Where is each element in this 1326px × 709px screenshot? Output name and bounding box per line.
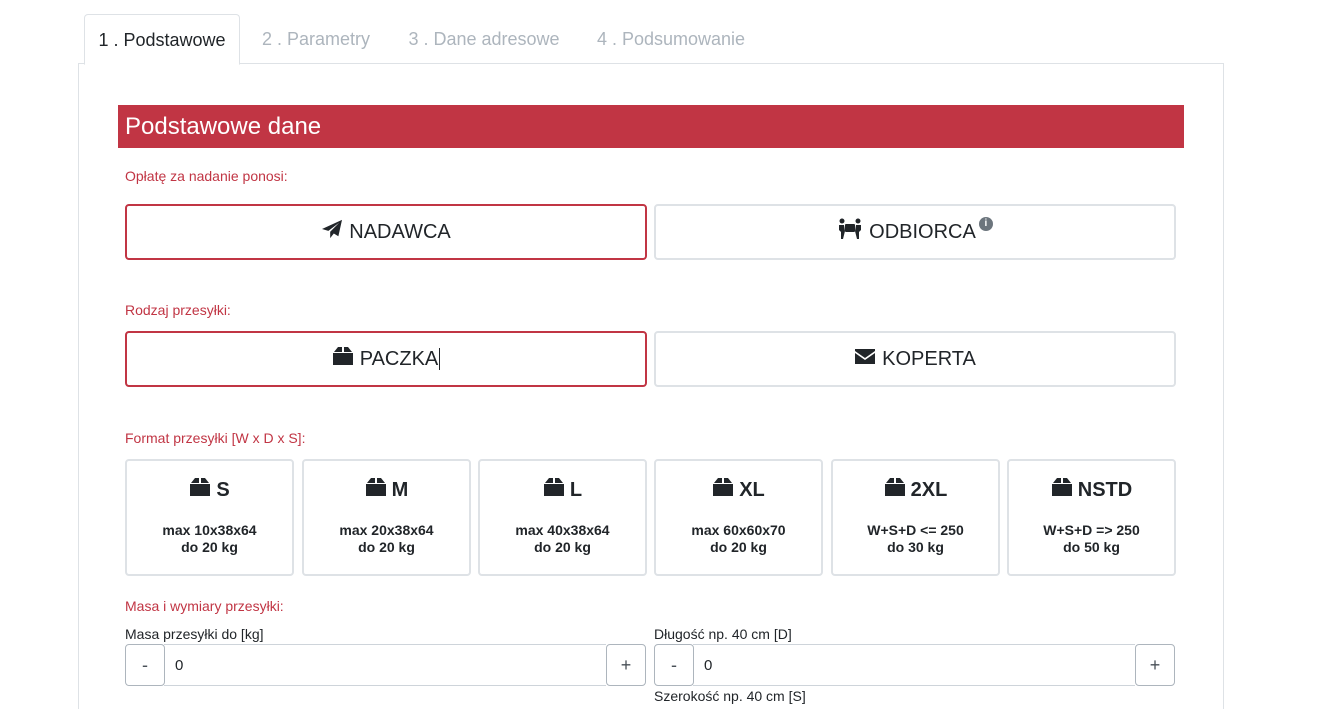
format-option-nstd[interactable]: NSTD W+S+D => 250 do 50 kg — [1007, 459, 1176, 576]
format-weight: do 20 kg — [710, 539, 767, 555]
format-dims: max 20x38x64 — [339, 522, 434, 538]
format-weight: do 20 kg — [358, 539, 415, 555]
shipment-package-label: PACZKA — [359, 347, 439, 370]
box-icon — [712, 477, 739, 503]
box-icon — [543, 477, 570, 503]
wizard-tabs: 1 . Podstawowe 2 . Parametry 3 . Dane ad… — [78, 0, 1224, 65]
envelope-icon — [854, 348, 882, 371]
length-label: Długość np. 40 cm [D] — [654, 626, 792, 642]
text-caret — [439, 348, 441, 370]
people-carry-icon — [837, 218, 869, 246]
box-icon — [884, 477, 911, 503]
tab-dane-adresowe[interactable]: 3 . Dane adresowe — [392, 14, 576, 64]
format-dims: max 40x38x64 — [515, 522, 610, 538]
payer-recipient-button[interactable]: ODBIORCA i — [654, 204, 1176, 260]
length-input[interactable]: 0 — [693, 644, 1135, 686]
mass-stepper: - 0 + — [125, 644, 647, 686]
format-weight: do 50 kg — [1063, 539, 1120, 555]
format-option-xl[interactable]: XL max 60x60x70 do 20 kg — [654, 459, 823, 576]
length-increment-button[interactable]: + — [1135, 644, 1175, 686]
format-weight: do 30 kg — [887, 539, 944, 555]
payer-recipient-label: ODBIORCA — [869, 220, 976, 243]
format-weight: do 20 kg — [181, 539, 238, 555]
paper-plane-icon — [321, 219, 349, 245]
box-icon — [1051, 477, 1078, 503]
shipment-envelope-button[interactable]: KOPERTA — [654, 331, 1176, 387]
box-icon — [365, 477, 392, 503]
format-option-m[interactable]: M max 20x38x64 do 20 kg — [302, 459, 471, 576]
format-size: S — [216, 478, 230, 501]
box-icon — [189, 477, 216, 503]
payer-sender-label: NADAWCA — [349, 220, 451, 243]
box-icon — [332, 346, 360, 372]
width-label: Szerokość np. 40 cm [S] — [654, 688, 806, 704]
format-size: L — [569, 478, 583, 501]
payer-label: Opłatę za nadanie ponosi: — [125, 168, 288, 184]
format-dims: max 60x60x70 — [691, 522, 786, 538]
section-header: Podstawowe dane — [118, 105, 1184, 148]
dimensions-label: Masa i wymiary przesyłki: — [125, 598, 284, 614]
format-option-l[interactable]: L max 40x38x64 do 20 kg — [478, 459, 647, 576]
tab-podsumowanie[interactable]: 4 . Podsumowanie — [582, 14, 760, 64]
tab-podstawowe[interactable]: 1 . Podstawowe — [84, 14, 240, 65]
format-size: NSTD — [1077, 478, 1133, 501]
format-weight: do 20 kg — [534, 539, 591, 555]
mass-increment-button[interactable]: + — [606, 644, 646, 686]
length-decrement-button[interactable]: - — [654, 644, 694, 686]
tab-parametry[interactable]: 2 . Parametry — [246, 14, 386, 64]
format-option-2xl[interactable]: 2XL W+S+D <= 250 do 30 kg — [831, 459, 1000, 576]
shipment-type-label: Rodzaj przesyłki: — [125, 302, 231, 318]
mass-input[interactable]: 0 — [164, 644, 606, 686]
payer-sender-button[interactable]: NADAWCA — [125, 204, 647, 260]
mass-label: Masa przesyłki do [kg] — [125, 626, 264, 642]
shipment-package-button[interactable]: PACZKA — [125, 331, 647, 387]
format-dims: W+S+D <= 250 — [867, 522, 964, 538]
format-label: Format przesyłki [W x D x S]: — [125, 430, 306, 446]
info-icon[interactable]: i — [978, 217, 993, 231]
format-option-s[interactable]: S max 10x38x64 do 20 kg — [125, 459, 294, 576]
format-size: M — [391, 478, 409, 501]
format-size: 2XL — [910, 478, 948, 501]
length-stepper: - 0 + — [654, 644, 1176, 686]
format-size: XL — [739, 478, 765, 501]
format-dims: max 10x38x64 — [162, 522, 257, 538]
mass-decrement-button[interactable]: - — [125, 644, 165, 686]
format-dims: W+S+D => 250 — [1043, 522, 1140, 538]
shipment-envelope-label: KOPERTA — [882, 347, 976, 370]
